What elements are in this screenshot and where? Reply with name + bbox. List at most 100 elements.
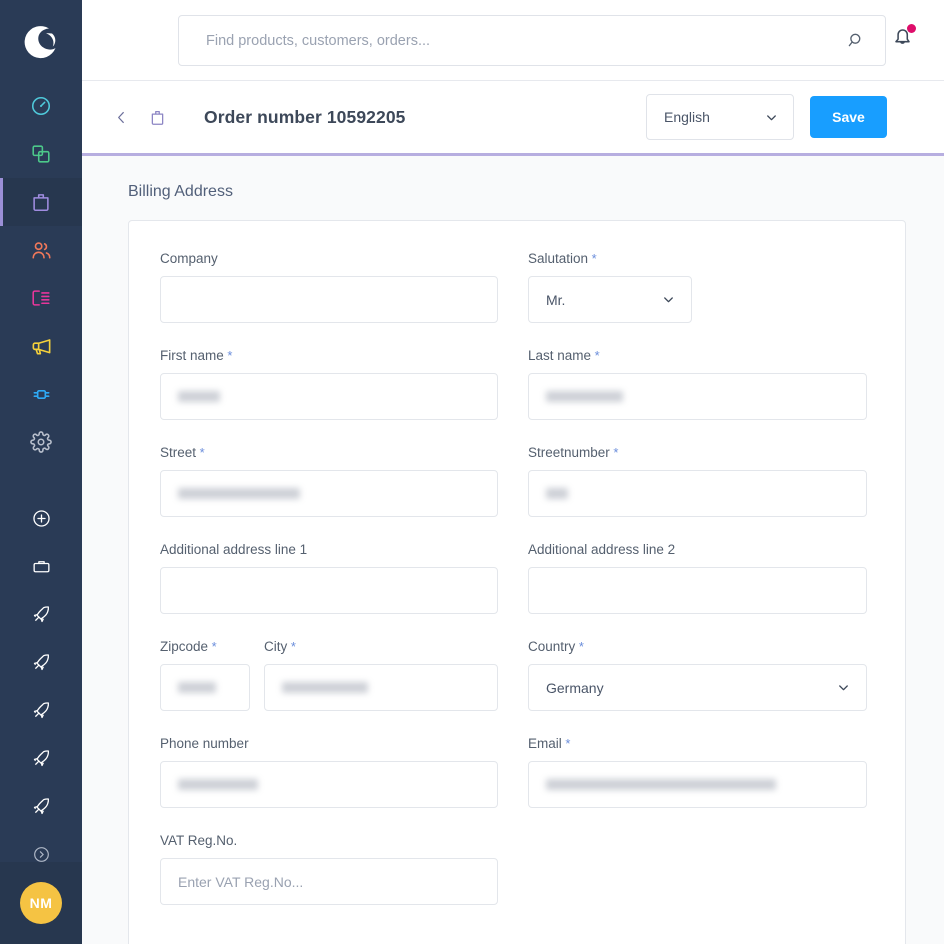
required-asterisk: * <box>575 639 584 654</box>
field-label-vat: VAT Reg.No. <box>160 833 498 849</box>
company-input[interactable] <box>160 276 498 323</box>
rocket-icon <box>31 796 52 817</box>
field-label-country: Country * <box>528 639 867 655</box>
rocket-icon <box>31 604 52 625</box>
sidebar-item-catalogues[interactable] <box>0 130 82 178</box>
field-zipcode-city: Zipcode * City * <box>160 639 498 711</box>
required-asterisk: * <box>588 251 597 266</box>
label-text: First name <box>160 348 224 363</box>
field-label-streetnumber: Streetnumber * <box>528 445 867 461</box>
redacted-value <box>178 682 216 693</box>
required-asterisk: * <box>561 736 571 751</box>
field-streetnumber: Streetnumber * <box>528 445 867 517</box>
redacted-value <box>178 391 220 402</box>
first-name-input[interactable] <box>160 373 498 420</box>
search-icon[interactable] <box>843 31 869 50</box>
additional-address-2-input[interactable] <box>528 567 867 614</box>
label-text: Email <box>528 736 562 751</box>
main-area: Order number 10592205 English Save Billi… <box>82 0 944 944</box>
label-text: Phone number <box>160 736 249 751</box>
app-root: NM Find products, customers, orders... O… <box>0 0 944 944</box>
sidebar-item-add-shortcut[interactable] <box>0 494 82 542</box>
redacted-value <box>178 779 258 790</box>
shopware-logo[interactable] <box>0 0 82 82</box>
streetnumber-input[interactable] <box>528 470 867 517</box>
shopping-bag-icon <box>30 191 52 213</box>
zipcode-input[interactable] <box>160 664 250 711</box>
sidebar: NM <box>0 0 82 944</box>
global-search[interactable] <box>178 15 886 66</box>
label-text: Street <box>160 445 197 460</box>
plus-circle-icon <box>31 508 52 529</box>
field-label-additional-address-1: Additional address line 1 <box>160 542 498 558</box>
sidebar-item-shortcut-4[interactable] <box>0 734 82 782</box>
redacted-value <box>178 488 300 499</box>
label-text: Salutation <box>528 251 589 266</box>
sidebar-item-content[interactable] <box>0 274 82 322</box>
section-title: Billing Address <box>128 183 233 200</box>
label-text: Streetnumber <box>528 445 610 460</box>
redacted-value <box>282 682 368 693</box>
field-country: Country * Germany <box>528 639 867 711</box>
redacted-value <box>546 488 568 499</box>
rocket-icon <box>31 652 52 673</box>
chevron-down-icon <box>836 680 851 695</box>
field-vat: VAT Reg.No. <box>160 833 498 905</box>
field-company: Company <box>160 251 498 323</box>
back-button[interactable] <box>108 102 134 132</box>
sidebar-item-dashboard[interactable] <box>0 82 82 130</box>
field-label-email: Email * <box>528 736 867 752</box>
search-input[interactable] <box>206 32 843 49</box>
sidebar-item-shortcut-5[interactable] <box>0 782 82 830</box>
plug-icon <box>30 383 53 406</box>
field-label-salutation: Salutation * <box>528 251 867 267</box>
page-title: Order number 10592205 <box>204 106 406 127</box>
sidebar-item-extensions[interactable] <box>0 370 82 418</box>
save-button[interactable]: Save <box>810 96 887 138</box>
label-text: Company <box>160 251 218 266</box>
email-input[interactable] <box>528 761 867 808</box>
sidebar-nav <box>0 82 82 878</box>
field-zipcode: Zipcode * <box>160 639 250 711</box>
megaphone-icon <box>30 335 53 358</box>
content-list-icon <box>30 287 52 309</box>
field-salutation: Salutation * Mr. <box>528 251 867 323</box>
required-asterisk: * <box>609 445 619 460</box>
sidebar-item-settings[interactable] <box>0 418 82 466</box>
toolbox-icon <box>31 556 52 577</box>
language-select[interactable]: English <box>646 94 794 140</box>
chevron-right-circle-icon <box>32 845 51 864</box>
phone-input[interactable] <box>160 761 498 808</box>
sidebar-item-orders[interactable] <box>0 178 82 226</box>
sidebar-item-toolbox[interactable] <box>0 542 82 590</box>
field-phone: Phone number <box>160 736 498 808</box>
field-additional-address-1: Additional address line 1 <box>160 542 498 614</box>
stacked-squares-icon <box>30 143 52 165</box>
notifications-button[interactable] <box>885 22 919 56</box>
sidebar-item-shortcut-3[interactable] <box>0 686 82 734</box>
sidebar-item-shortcut-2[interactable] <box>0 638 82 686</box>
vat-input[interactable] <box>160 858 498 905</box>
field-label-company: Company <box>160 251 498 267</box>
avatar[interactable]: NM <box>20 882 62 924</box>
required-asterisk: * <box>591 348 600 363</box>
label-text: VAT Reg.No. <box>160 833 238 848</box>
sidebar-item-marketing[interactable] <box>0 322 82 370</box>
sidebar-item-customers[interactable] <box>0 226 82 274</box>
sidebar-item-shortcut-1[interactable] <box>0 590 82 638</box>
user-menu[interactable]: NM <box>0 862 82 944</box>
field-label-city: City * <box>264 639 498 655</box>
topbar <box>82 0 944 81</box>
shopping-bag-icon <box>142 102 172 132</box>
label-text: Additional address line 2 <box>528 542 676 557</box>
additional-address-1-input[interactable] <box>160 567 498 614</box>
people-icon <box>30 239 53 262</box>
field-label-phone: Phone number <box>160 736 498 752</box>
city-input[interactable] <box>264 664 498 711</box>
country-select[interactable]: Germany <box>528 664 867 711</box>
salutation-select[interactable]: Mr. <box>528 276 692 323</box>
field-label-zipcode: Zipcode * <box>160 639 250 655</box>
street-input[interactable] <box>160 470 498 517</box>
label-text: Zipcode <box>160 639 209 654</box>
last-name-input[interactable] <box>528 373 867 420</box>
